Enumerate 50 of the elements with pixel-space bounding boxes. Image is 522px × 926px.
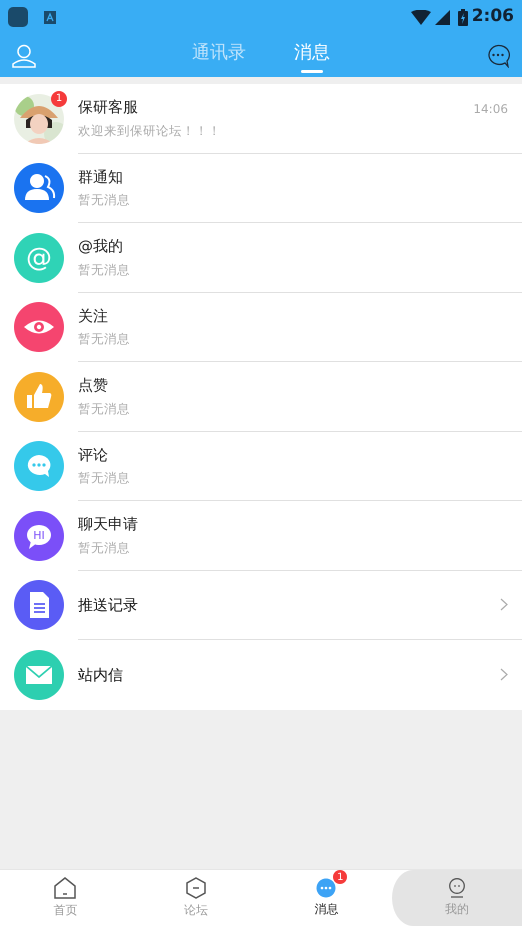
conversation-row[interactable]: 1 保研客服 欢迎来到保研论坛！！！ 14:06 xyxy=(0,84,522,154)
wifi-icon xyxy=(410,10,431,24)
conversation-title: 站内信 xyxy=(78,664,124,686)
conversation-preview: 欢迎来到保研论坛！！！ xyxy=(78,122,222,140)
home-icon xyxy=(54,877,76,899)
conversation-preview: 暂无消息 xyxy=(78,191,131,210)
chevron-right-icon xyxy=(500,598,508,612)
mail-icon xyxy=(14,650,64,700)
eye-icon xyxy=(14,302,64,352)
keyboard-icon xyxy=(44,10,56,24)
conversation-title: 评论 xyxy=(78,444,109,466)
conversation-title: 点赞 xyxy=(78,375,109,396)
smiley-icon xyxy=(448,878,466,898)
conversation-row[interactable]: 评论 暂无消息 xyxy=(0,432,522,501)
conversation-title: @我的 xyxy=(78,236,124,258)
thumbs-up-icon xyxy=(14,372,64,422)
conversation-title: 关注 xyxy=(78,306,109,327)
chevron-right-icon xyxy=(500,668,508,682)
at-sign-icon: @ xyxy=(14,232,64,283)
conversation-row[interactable]: 群通知 暂无消息 xyxy=(0,154,522,223)
signal-icon xyxy=(434,10,450,24)
unread-badge: 1 xyxy=(333,870,348,884)
conversation-preview: 暂无消息 xyxy=(78,330,131,348)
conversation-preview: 暂无消息 xyxy=(78,469,131,488)
app-icon xyxy=(8,7,28,27)
comment-icon xyxy=(14,441,64,492)
conversation-title: 保研客服 xyxy=(78,97,139,118)
chat-bubble-icon: HI xyxy=(14,510,64,561)
status-time: 2:06 xyxy=(472,5,514,28)
conversation-row[interactable]: HI 聊天申请 暂无消息 xyxy=(0,501,522,570)
conversation-row[interactable]: 关注 暂无消息 xyxy=(0,292,522,362)
conversation-preview: 暂无消息 xyxy=(78,260,131,279)
conversation-preview: 暂无消息 xyxy=(78,400,131,418)
conversation-preview: 暂无消息 xyxy=(78,538,131,557)
chat-icon[interactable] xyxy=(486,44,510,68)
conversation-row[interactable]: @ @我的 暂无消息 xyxy=(0,223,522,292)
conversation-row[interactable]: 推送记录 xyxy=(0,570,522,640)
nav-tab[interactable]: 1 消息 xyxy=(261,870,392,926)
conversation-title: 推送记录 xyxy=(78,594,139,616)
conversation-row[interactable]: 站内信 xyxy=(0,640,522,710)
conversation-row[interactable]: 点赞 暂无消息 xyxy=(0,362,522,432)
group-icon xyxy=(14,163,64,214)
conversation-title: 聊天申请 xyxy=(78,514,139,536)
message-icon xyxy=(315,878,338,898)
hexagon-icon xyxy=(184,877,207,899)
document-icon xyxy=(14,580,64,630)
conversation-title: 群通知 xyxy=(78,166,124,188)
unread-badge: 1 xyxy=(51,90,67,107)
message-time: 14:06 xyxy=(473,101,508,118)
battery-icon xyxy=(458,8,468,26)
